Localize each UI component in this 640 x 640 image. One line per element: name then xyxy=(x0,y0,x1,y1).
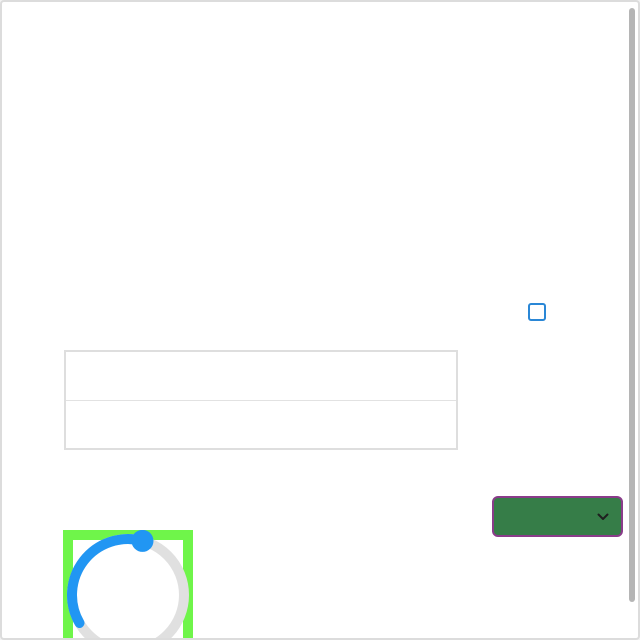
dial-graphic xyxy=(67,530,189,638)
select-dropdown[interactable] xyxy=(492,496,623,537)
checkbox[interactable] xyxy=(528,303,546,321)
table-row xyxy=(66,400,456,448)
app-window xyxy=(0,0,640,640)
vertical-scrollbar[interactable] xyxy=(629,8,635,602)
table-row xyxy=(66,352,456,400)
dial-widget[interactable] xyxy=(63,530,193,638)
chevron-down-icon xyxy=(597,513,609,520)
dial-fill xyxy=(67,534,148,628)
table xyxy=(64,350,458,450)
dial-knob[interactable] xyxy=(131,530,154,552)
